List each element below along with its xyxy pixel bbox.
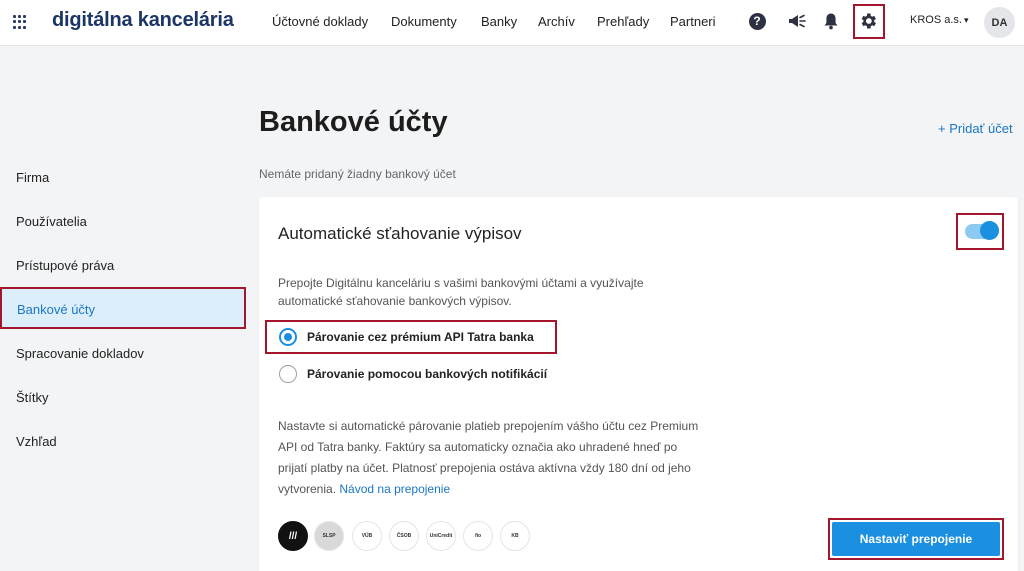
card-title: Automatické sťahovanie výpisov (278, 224, 522, 243)
help-glyph: ? (748, 12, 766, 30)
avatar[interactable]: DA (984, 7, 1015, 38)
top-bar: digitálna kancelária Účtovné doklady Dok… (0, 0, 1024, 46)
add-account-link[interactable]: + Pridať účet (938, 121, 1013, 136)
setup-connection-button[interactable]: Nastaviť prepojenie (832, 522, 1000, 556)
account-name: KROS a.s. (910, 14, 962, 26)
sidebar-item-pristupove-prava[interactable]: Prístupové práva (16, 258, 114, 273)
sidebar-item-bankove-ucty[interactable]: Bankové účty (0, 287, 246, 329)
help-icon[interactable]: ? (746, 10, 768, 32)
megaphone-icon[interactable] (786, 10, 808, 32)
chevron-down-icon: ▾ (963, 15, 969, 25)
radio-label-tatra-api[interactable]: Párovanie cez prémium API Tatra banka (307, 330, 534, 344)
guide-link[interactable]: Návod na prepojenie (339, 482, 450, 496)
empty-state-note: Nemáte pridaný žiadny bankový účet (259, 167, 456, 181)
nav-item-prehlady[interactable]: Prehľady (597, 14, 649, 29)
vub-banka-logo: VÚB (352, 521, 382, 551)
nav-item-uctovne-doklady[interactable]: Účtovné doklady (272, 14, 368, 29)
account-switcher[interactable]: KROS a.s. ▾ (910, 14, 969, 26)
radio-label-bank-notifications[interactable]: Párovanie pomocou bankových notifikácií (307, 367, 547, 381)
radio-bank-notifications[interactable] (279, 365, 297, 383)
apps-grid-icon[interactable] (13, 15, 27, 29)
page-title: Bankové účty (259, 106, 448, 138)
sidebar-item-firma[interactable]: Firma (16, 170, 49, 185)
auto-download-card (259, 197, 1018, 571)
bell-icon[interactable] (820, 10, 842, 32)
app-logo[interactable]: digitálna kancelária (52, 9, 234, 32)
kb-logo: KB (500, 521, 530, 551)
sidebar-item-pouzivatelia[interactable]: Používatelia (16, 214, 87, 229)
nav-item-banky[interactable]: Banky (481, 14, 517, 29)
csob-logo: ČSOB (389, 521, 419, 551)
nav-item-partneri[interactable]: Partneri (670, 14, 716, 29)
unicredit-logo: UniCredit (426, 521, 456, 551)
card-description: Prepojte Digitálnu kanceláriu s vašimi b… (278, 276, 644, 308)
nav-item-dokumenty[interactable]: Dokumenty (391, 14, 457, 29)
radio-tatra-api[interactable] (279, 328, 297, 346)
sidebar-item-spracovanie-dokladov[interactable]: Spracovanie dokladov (16, 346, 144, 361)
toggle-knob[interactable] (980, 221, 999, 240)
sidebar-item-stitky[interactable]: Štítky (16, 390, 49, 405)
sidebar-item-label: Bankové účty (17, 302, 96, 317)
sidebar-item-vzhlad[interactable]: Vzhľad (16, 434, 57, 449)
nav-item-archiv[interactable]: Archív (538, 14, 575, 29)
slovenska-sporitelna-logo: SLSP (314, 521, 344, 551)
info-text: Nastavte si automatické párovanie platie… (278, 416, 708, 500)
tatra-banka-logo: /// (278, 521, 308, 551)
fio-banka-logo: fio (463, 521, 493, 551)
gear-icon[interactable] (857, 10, 879, 32)
